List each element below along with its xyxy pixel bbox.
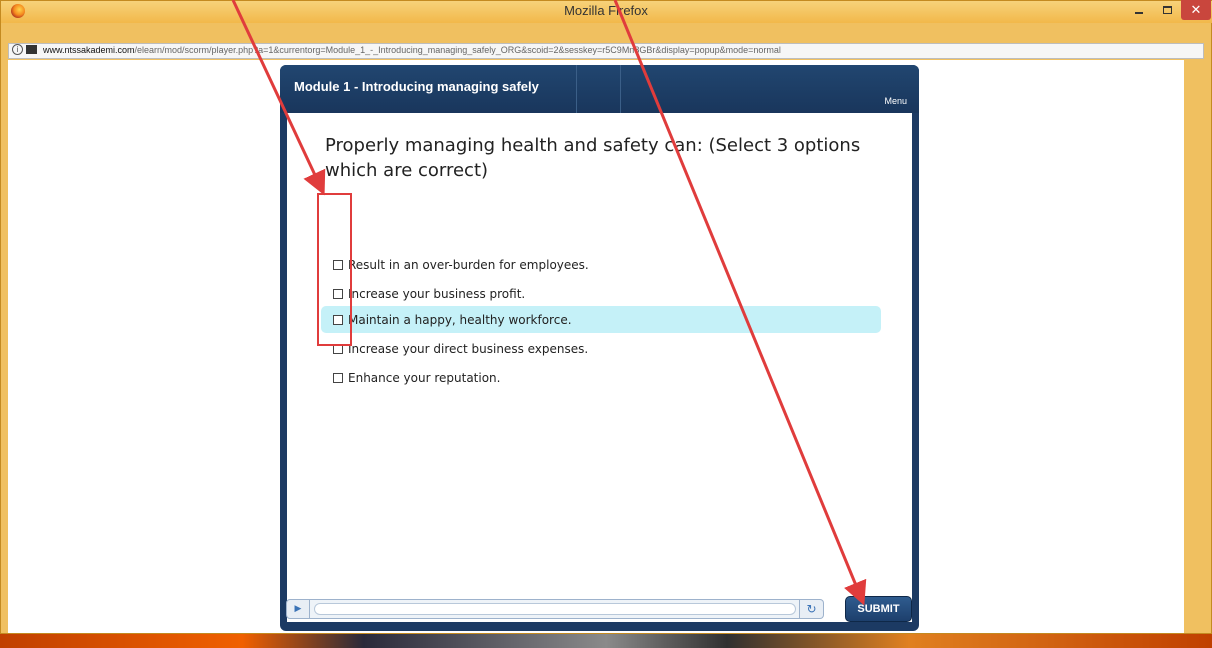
option-1[interactable]: Result in an over-burden for employees. — [321, 251, 881, 278]
minimize-icon — [1135, 12, 1143, 14]
play-icon: ▶ — [294, 604, 302, 614]
desktop-bottom-strip — [0, 632, 1212, 648]
minimize-button[interactable] — [1125, 0, 1153, 20]
option-label: Maintain a happy, healthy workforce. — [348, 312, 572, 327]
question-text: Properly managing health and safety can:… — [325, 135, 861, 181]
annotation-highlight-box — [317, 193, 352, 346]
info-icon[interactable]: i — [12, 44, 23, 55]
module-title: Module 1 - Introducing managing safely — [294, 79, 539, 94]
option-label: Increase your business profit. — [348, 286, 526, 301]
reload-button[interactable]: ↻ — [800, 599, 824, 619]
maximize-button[interactable] — [1153, 0, 1181, 20]
submit-button[interactable]: SUBMIT — [845, 596, 912, 622]
option-checkbox[interactable] — [333, 372, 343, 383]
option-label: Enhance your reputation. — [348, 370, 501, 385]
header-divider — [576, 65, 577, 113]
url-text[interactable]: www.ntssakademi.com/elearn/mod/scorm/pla… — [43, 44, 781, 56]
option-3[interactable]: Maintain a happy, healthy workforce. — [321, 306, 881, 333]
url-domain: www.ntssakademi.com — [43, 45, 135, 55]
window-title: Mozilla Firefox — [564, 3, 648, 18]
close-icon: ✕ — [1190, 2, 1202, 18]
url-path: /elearn/mod/scorm/player.php?a=1&current… — [134, 45, 781, 55]
play-button[interactable]: ▶ — [286, 599, 310, 619]
maximize-icon — [1162, 6, 1172, 14]
progress-bar[interactable] — [310, 599, 800, 619]
option-label: Increase your direct business expenses. — [348, 341, 589, 356]
close-button[interactable]: ✕ — [1181, 0, 1211, 20]
option-label: Result in an over-burden for employees. — [348, 257, 589, 272]
menu-button[interactable]: Menu — [884, 96, 907, 106]
header-divider — [620, 65, 621, 113]
scorm-player: Module 1 - Introducing managing safely M… — [280, 65, 919, 631]
progress-track — [314, 603, 796, 615]
option-2[interactable]: Increase your business profit. — [321, 280, 881, 307]
player-footer: ▶ ↻ SUBMIT — [280, 590, 919, 631]
player-header: Module 1 - Introducing managing safely M… — [280, 65, 919, 113]
option-5[interactable]: Enhance your reputation. — [321, 364, 881, 391]
page-icon — [26, 45, 37, 54]
reload-icon: ↻ — [806, 602, 817, 616]
option-4[interactable]: Increase your direct business expenses. — [321, 335, 881, 362]
question-panel: Properly managing health and safety can:… — [287, 113, 912, 622]
